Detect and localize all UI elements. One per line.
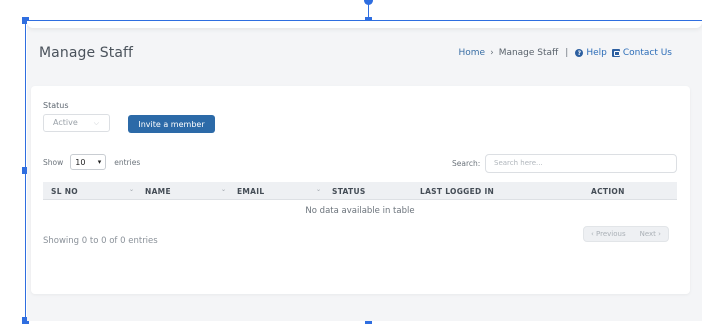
status-select-value: Active (53, 118, 78, 127)
column-header-action: ACTION (591, 187, 625, 196)
phone-square-icon (611, 49, 620, 57)
sort-icon[interactable]: ⌄ (221, 186, 226, 193)
breadcrumb-separator: › (490, 48, 494, 58)
entries-label: entries (114, 157, 141, 167)
page-length-value: 10 (75, 157, 86, 167)
contact-us-link[interactable]: Contact Us (611, 48, 672, 58)
status-select[interactable]: Active ⌵ (43, 114, 110, 132)
chevron-down-icon: ▾ (97, 158, 102, 166)
previous-page-button[interactable]: ‹ Previous (584, 227, 633, 241)
show-label: Show (43, 157, 64, 167)
help-link[interactable]: ? Help (575, 48, 607, 58)
column-header-status[interactable]: STATUS (332, 187, 366, 196)
page-length-control: Show 10 ▾ entries (43, 154, 140, 170)
table-header: SL NO ⌄ NAME ⌄ EMAIL ⌄ STATUS LAST LOGGE… (43, 182, 677, 200)
chevron-down-icon: ⌵ (93, 119, 99, 127)
column-header-email[interactable]: EMAIL (237, 187, 264, 196)
breadcrumb-current: Manage Staff (498, 48, 559, 58)
pagination: ‹ Previous Next › (583, 226, 669, 242)
invite-member-button[interactable]: Invite a member (128, 115, 215, 133)
staff-card: Status Active ⌵ Invite a member Show 10 … (31, 86, 690, 294)
breadcrumb: Home › Manage Staff | ? Help Contact Us (459, 48, 673, 58)
page-canvas: Manage Staff Home › Manage Staff | ? Hel… (27, 21, 702, 321)
column-header-name[interactable]: NAME (145, 187, 171, 196)
column-header-sl-no[interactable]: SL NO (51, 187, 78, 196)
question-circle-icon: ? (575, 49, 584, 57)
search-input[interactable]: Search here... (485, 154, 677, 173)
top-navbar (27, 21, 702, 28)
page-title: Manage Staff (39, 45, 134, 61)
sort-icon[interactable]: ⌄ (316, 186, 321, 193)
table-empty-message: No data available in table (305, 206, 415, 216)
page-length-select[interactable]: 10 ▾ (70, 154, 107, 170)
next-page-button[interactable]: Next › (633, 227, 668, 241)
sort-icon[interactable]: ⌄ (129, 186, 134, 193)
column-header-last-logged-in[interactable]: LAST LOGGED IN (420, 187, 494, 196)
table-info: Showing 0 to 0 of 0 entries (43, 236, 158, 246)
breadcrumb-home-link[interactable]: Home (459, 48, 486, 58)
contact-label: Contact Us (622, 48, 672, 58)
rotate-handle[interactable] (364, 0, 373, 5)
breadcrumb-divider: | (565, 48, 569, 58)
search-label: Search: (452, 159, 481, 168)
help-label: Help (586, 48, 607, 58)
status-label: Status (43, 101, 69, 110)
